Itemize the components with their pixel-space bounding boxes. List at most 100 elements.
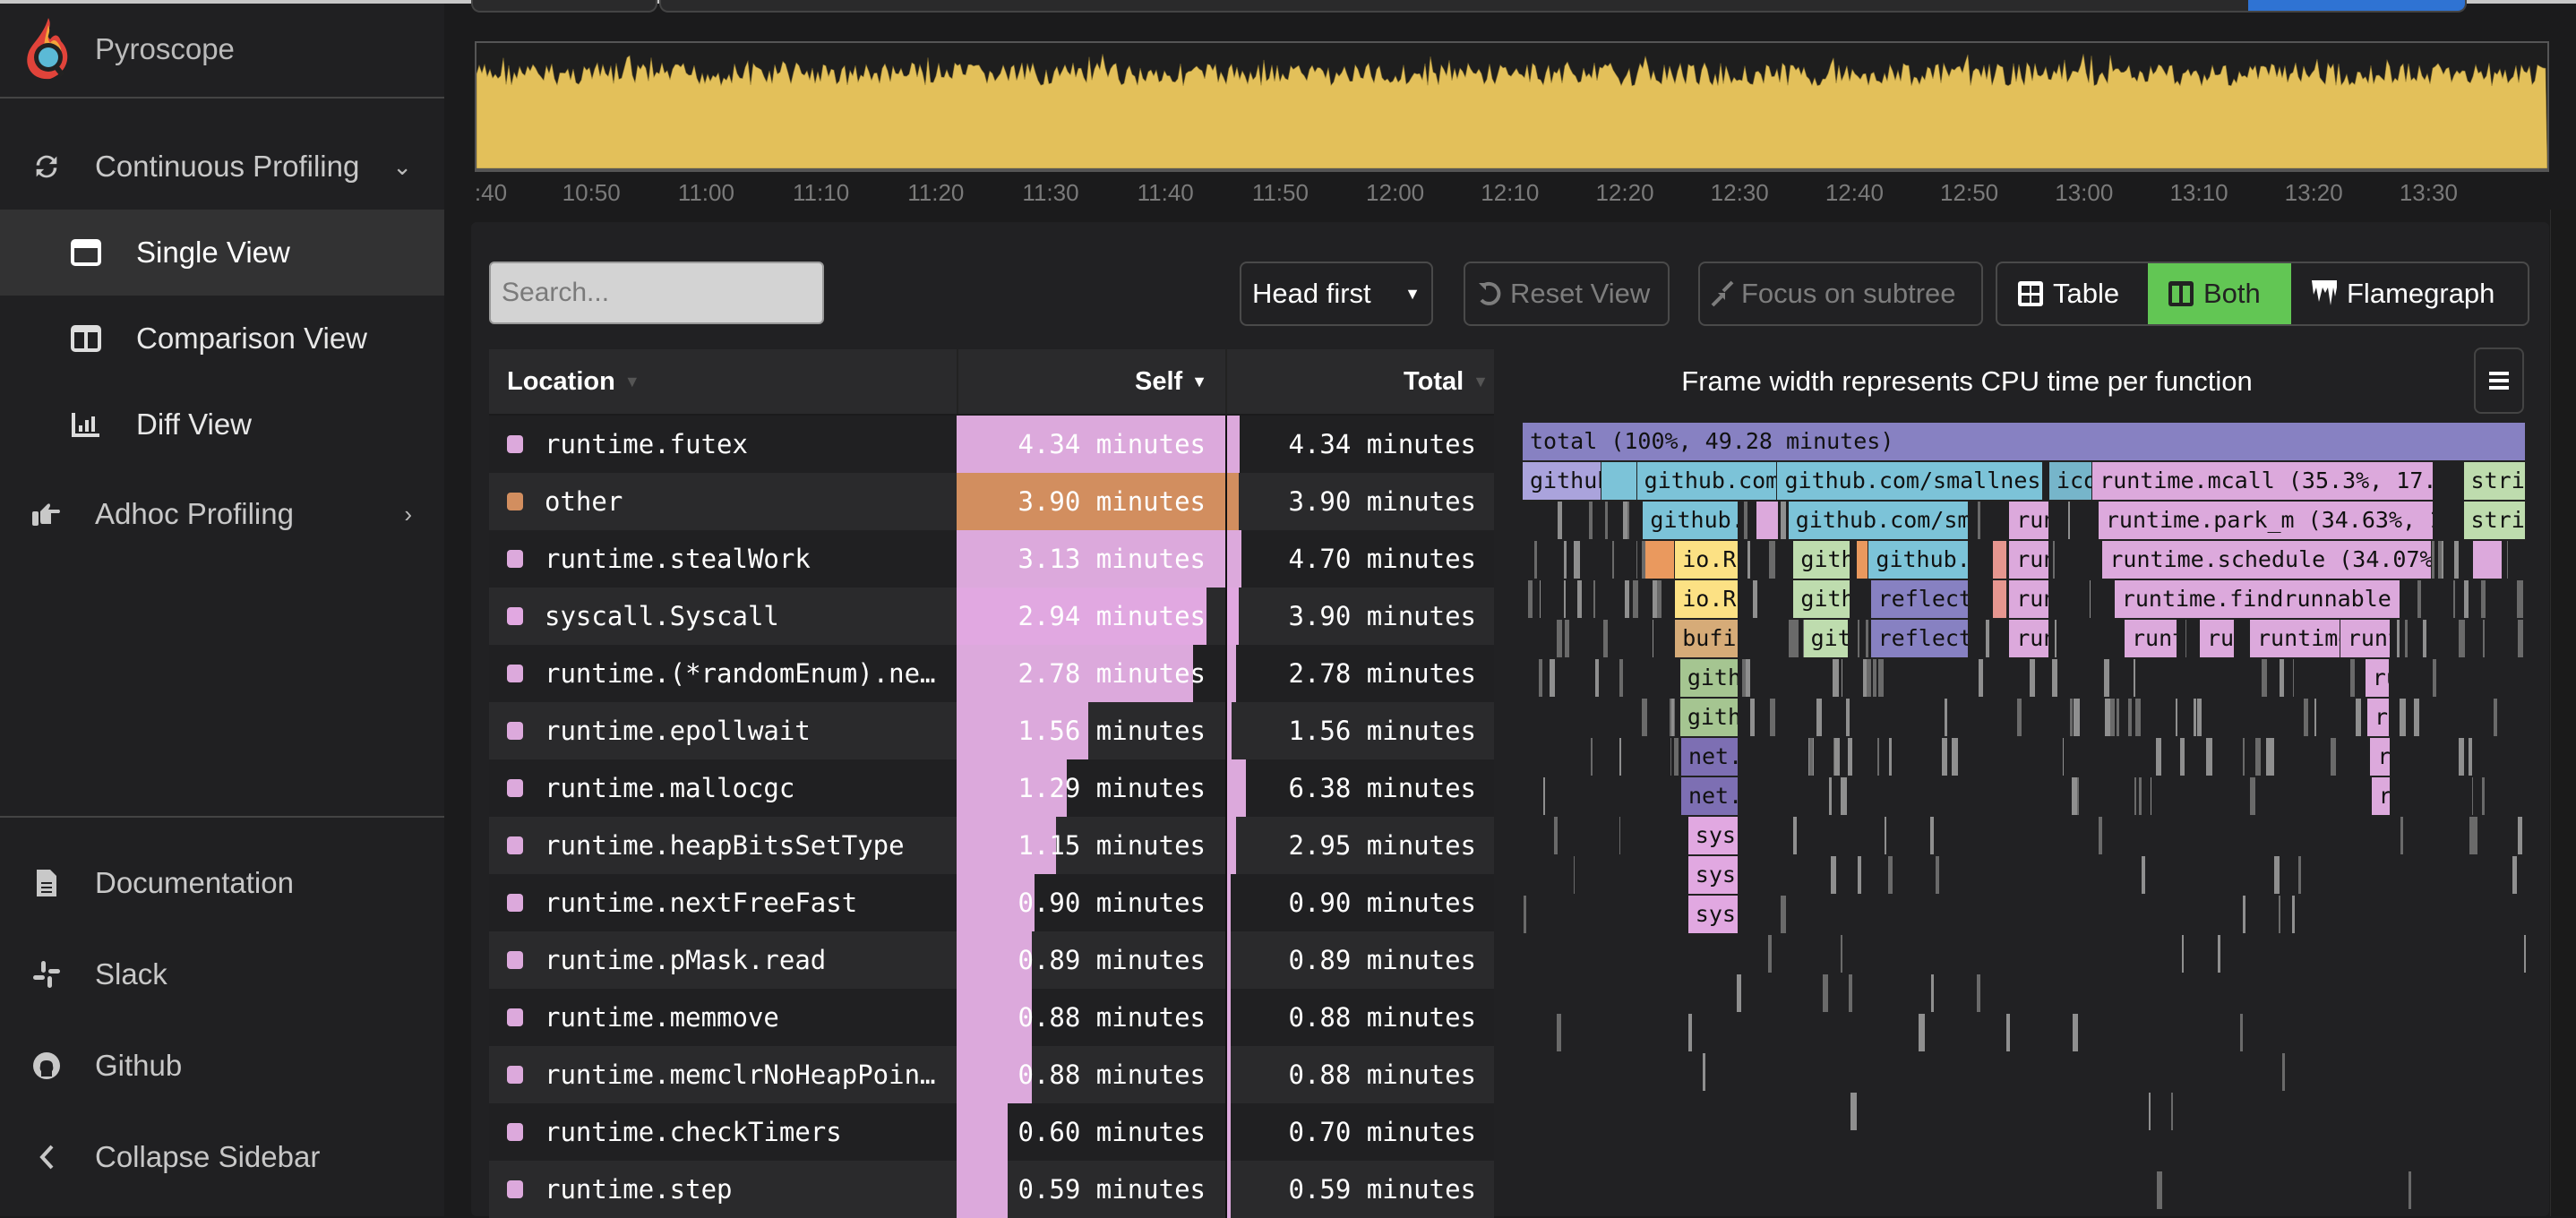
flamegraph-frame-collapsed[interactable]: [1884, 817, 1886, 854]
flamegraph-frame[interactable]: runt: [2365, 659, 2390, 699]
flamegraph-frame-collapsed[interactable]: [1588, 502, 1593, 539]
flamegraph-frame-collapsed[interactable]: [2017, 699, 2022, 736]
flamegraph-frame-collapsed[interactable]: [1829, 777, 1833, 815]
flamegraph-frame-collapsed[interactable]: [2331, 738, 2337, 776]
flamegraph-frame-collapsed[interactable]: [2459, 620, 2465, 657]
flamegraph-frame-collapsed[interactable]: [1603, 620, 1608, 657]
flamegraph-frame[interactable]: run: [2371, 777, 2391, 817]
flamegraph-frame-collapsed[interactable]: [2242, 738, 2245, 776]
flamegraph-frame[interactable]: run: [2200, 620, 2236, 659]
flamegraph-frame[interactable]: run: [2009, 620, 2049, 659]
flamegraph-frame-collapsed[interactable]: [2480, 580, 2486, 618]
table-row[interactable]: runtime.pMask.read 0.89 minutes 0.89 minut…: [489, 931, 1494, 989]
flamegraph-frame-collapsed[interactable]: [1878, 659, 1884, 697]
flamegraph-frame-collapsed[interactable]: [1593, 580, 1596, 618]
flamegraph-frame-collapsed[interactable]: [1849, 974, 1853, 1012]
flamegraph-frame-collapsed[interactable]: [1747, 541, 1751, 579]
table-row[interactable]: runtime.mallocgc 1.29 minutes 6.38 minutes: [489, 759, 1494, 817]
focus-subtree-button[interactable]: Focus on subtree: [1698, 262, 1983, 326]
flamegraph-frame-collapsed[interactable]: [1538, 659, 1542, 697]
flamegraph-frame-collapsed[interactable]: [2273, 856, 2280, 894]
sidebar-item-documentation[interactable]: Documentation: [0, 840, 444, 926]
flamegraph-frame[interactable]: gith: [1793, 541, 1851, 580]
flamegraph-frame[interactable]: github.: [1643, 502, 1739, 541]
flamegraph-frame[interactable]: run: [2009, 502, 2049, 541]
view-both-button[interactable]: Both: [2148, 263, 2291, 324]
flamegraph-frame-collapsed[interactable]: [1816, 699, 1823, 736]
flamegraph-frame-collapsed[interactable]: [1866, 659, 1871, 697]
flamegraph-frame-collapsed[interactable]: [2469, 817, 2476, 854]
top-control-bar-partial[interactable]: [659, 0, 2467, 13]
flamegraph-frame-collapsed[interactable]: [2029, 659, 2035, 697]
flamegraph-frame-collapsed[interactable]: [2133, 659, 2136, 697]
flamegraph-frame-collapsed[interactable]: [1523, 896, 1527, 933]
flamegraph-frame-collapsed[interactable]: [2271, 738, 2274, 776]
table-row[interactable]: runtime.(*randomEnum).ne… 2.78 minutes 2.7…: [489, 645, 1494, 702]
flamegraph-frame-collapsed[interactable]: [1823, 974, 1828, 1012]
brand[interactable]: Pyroscope: [0, 4, 444, 99]
flamegraph-frame-collapsed[interactable]: [1857, 620, 1860, 657]
flamegraph-frame[interactable]: run: [2009, 580, 2049, 620]
flamegraph-frame-collapsed[interactable]: [1619, 738, 1621, 776]
flamegraph-frame[interactable]: total (100%, 49.28 minutes): [1523, 423, 2526, 462]
table-row[interactable]: runtime.stealWork 3.13 minutes 4.70 minute…: [489, 530, 1494, 588]
flamegraph-frame-collapsed[interactable]: [2314, 699, 2317, 736]
flamegraph-frame-collapsed[interactable]: [2413, 699, 2420, 736]
flamegraph-frame-collapsed[interactable]: [2171, 1093, 2173, 1130]
flamegraph-frame[interactable]: [1993, 541, 2007, 580]
flamegraph-frame-collapsed[interactable]: [2261, 659, 2267, 697]
flamegraph-frame-collapsed[interactable]: [2278, 896, 2281, 933]
flamegraph-frame-collapsed[interactable]: [1652, 580, 1658, 618]
flamegraph-frame-collapsed[interactable]: [1888, 856, 1893, 894]
flamegraph-frame-collapsed[interactable]: [1936, 856, 1940, 894]
table-row[interactable]: runtime.heapBitsSetType 1.15 minutes 2.95 …: [489, 817, 1494, 874]
flamegraph-frame[interactable]: [1856, 541, 1869, 580]
flamegraph-frame-collapsed[interactable]: [1877, 738, 1879, 776]
flamegraph-frame-collapsed[interactable]: [2481, 777, 2485, 815]
flamegraph-frame-collapsed[interactable]: [2217, 935, 2221, 973]
flamegraph-frame-collapsed[interactable]: [2157, 1171, 2163, 1209]
flamegraph-frame-collapsed[interactable]: [1793, 817, 1797, 854]
timeline-chart[interactable]: [475, 41, 2549, 172]
flamegraph-frame-collapsed[interactable]: [2134, 777, 2136, 815]
flamegraph-frame-collapsed[interactable]: [2506, 541, 2509, 579]
flamegraph-frame-collapsed[interactable]: [1623, 502, 1627, 539]
flamegraph-frame-collapsed[interactable]: [2471, 777, 2474, 815]
flamegraph-frame-collapsed[interactable]: [2452, 580, 2456, 618]
flamegraph-frame-collapsed[interactable]: [1850, 1093, 1858, 1130]
flamegraph-frame-collapsed[interactable]: [1752, 580, 1758, 618]
flamegraph-frame[interactable]: sysc: [1687, 896, 1739, 935]
flamegraph-frame-collapsed[interactable]: [1636, 541, 1638, 579]
flamegraph-frame-collapsed[interactable]: [1688, 1014, 1693, 1051]
flamegraph-frame[interactable]: bufio: [1675, 620, 1739, 659]
flamegraph-frame-collapsed[interactable]: [1848, 738, 1853, 776]
flamegraph-frame[interactable]: githu: [1679, 699, 1739, 738]
table-row[interactable]: runtime.nextFreeFast 0.90 minutes 0.90 min…: [489, 874, 1494, 931]
flamegraph-frame[interactable]: runt: [2125, 620, 2178, 659]
flamegraph-frame-collapsed[interactable]: [2134, 699, 2142, 736]
flamegraph-frame-collapsed[interactable]: [1542, 777, 1545, 815]
flamegraph-frame-collapsed[interactable]: [2493, 699, 2498, 736]
sidebar-item-github[interactable]: Github: [0, 1023, 444, 1109]
column-header-self[interactable]: Self ▼: [957, 349, 1227, 414]
column-header-total[interactable]: Total ▼: [1225, 349, 1496, 414]
flamegraph-frame[interactable]: [1756, 502, 1779, 541]
flamegraph-frame-collapsed[interactable]: [1979, 659, 1983, 697]
reset-view-button[interactable]: Reset View: [1464, 262, 1670, 326]
flamegraph-frame-collapsed[interactable]: [1558, 502, 1563, 539]
flamegraph-frame-collapsed[interactable]: [1612, 541, 1614, 579]
flamegraph-frame-collapsed[interactable]: [2063, 738, 2065, 776]
flamegraph-frame-collapsed[interactable]: [1670, 738, 1672, 776]
flamegraph-frame[interactable]: net.: [1680, 738, 1739, 777]
flamegraph-frame-collapsed[interactable]: [2469, 738, 2472, 776]
flamegraph-frame-collapsed[interactable]: [2405, 620, 2408, 657]
flamegraph-frame-collapsed[interactable]: [1834, 738, 1841, 776]
flamegraph-frame-collapsed[interactable]: [2052, 659, 2057, 697]
flamegraph-frame-collapsed[interactable]: [2242, 896, 2246, 933]
flamegraph-frame-collapsed[interactable]: [2518, 620, 2524, 657]
flamegraph-frame[interactable]: runtime.mcall (35.3%, 17.40: [2092, 462, 2434, 502]
flamegraph-frame-collapsed[interactable]: [1830, 856, 1836, 894]
flamegraph-frame-collapsed[interactable]: [2127, 699, 2132, 736]
flamegraph-frame-collapsed[interactable]: [2148, 1093, 2151, 1130]
flamegraph-frame-collapsed[interactable]: [1564, 580, 1567, 618]
